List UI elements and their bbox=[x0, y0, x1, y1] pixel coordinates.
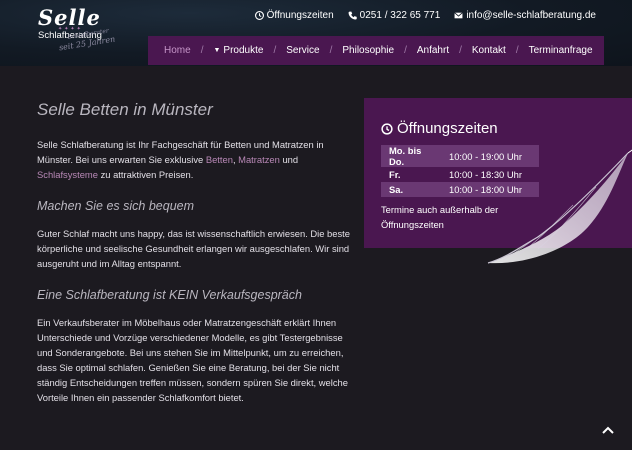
site-header: Selle Schlafberatung ✦✦✦✦ Schlafberater … bbox=[0, 0, 632, 66]
section-heading-beratung: Eine Schlafberatung ist KEIN Verkaufsges… bbox=[37, 288, 302, 302]
nav-philosophie[interactable]: Philosophie bbox=[342, 45, 394, 56]
link-schlafsysteme[interactable]: Schlafsysteme bbox=[37, 169, 98, 180]
nav-separator: / bbox=[273, 45, 277, 56]
chevron-down-icon: ▼ bbox=[213, 47, 221, 54]
intro-paragraph: Selle Schlafberatung ist Ihr Fachgeschäf… bbox=[37, 139, 324, 180]
day-cell: Sa. bbox=[381, 182, 441, 197]
nav-separator: / bbox=[459, 45, 462, 56]
nav-separator: / bbox=[329, 45, 333, 56]
nav-produkte[interactable]: ▼ Produkte bbox=[213, 45, 263, 56]
phone-link[interactable]: 0251 / 322 65 771 bbox=[348, 10, 441, 21]
section-heading-bequem: Machen Sie es sich bequem bbox=[37, 199, 195, 213]
link-betten[interactable]: Betten bbox=[206, 154, 233, 165]
opening-hours-title: Öffnungszeiten bbox=[381, 120, 498, 137]
link-matratzen[interactable]: Matratzen bbox=[238, 154, 280, 165]
envelope-icon bbox=[454, 12, 464, 19]
nav-separator: / bbox=[515, 45, 519, 56]
email-address: info@selle-schlafberatung.de bbox=[466, 10, 596, 21]
paragraph-beratung: Ein Verkaufsberater im Möbelhaus oder Ma… bbox=[37, 317, 348, 403]
phone-number: 0251 / 322 65 771 bbox=[359, 10, 441, 21]
feather-image bbox=[487, 149, 632, 264]
phone-icon bbox=[348, 11, 357, 20]
nav-separator: / bbox=[200, 45, 204, 56]
page-title: Selle Betten in Münster bbox=[37, 100, 213, 119]
paragraph-bequem: Guter Schlaf macht uns happy, das ist wi… bbox=[37, 228, 350, 269]
hours-link[interactable]: Öffnungszeiten bbox=[254, 10, 334, 21]
nav-kontakt[interactable]: Kontakt bbox=[472, 45, 506, 56]
main-content: Selle Betten in Münster Selle Schlafbera… bbox=[37, 100, 353, 405]
nav-separator: / bbox=[404, 45, 407, 56]
nav-terminanfrage[interactable]: Terminanfrage bbox=[529, 45, 593, 56]
arrow-up-icon[interactable] bbox=[602, 425, 614, 435]
nav-home[interactable]: Home bbox=[164, 45, 191, 56]
clock-icon bbox=[381, 122, 393, 135]
main-navigation: Home / ▼ Produkte / Service / Philosophie… bbox=[148, 36, 604, 65]
top-info-bar: Öffnungszeiten 0251 / 322 65 771 info@se… bbox=[254, 10, 596, 21]
clock-icon bbox=[254, 11, 264, 20]
day-cell: Mo. bis Do. bbox=[381, 145, 441, 167]
nav-anfahrt[interactable]: Anfahrt bbox=[417, 45, 449, 56]
nav-service[interactable]: Service bbox=[286, 45, 319, 56]
day-cell: Fr. bbox=[389, 169, 401, 180]
email-link[interactable]: info@selle-schlafberatung.de bbox=[454, 10, 596, 21]
hours-link-label: Öffnungszeiten bbox=[266, 10, 334, 21]
